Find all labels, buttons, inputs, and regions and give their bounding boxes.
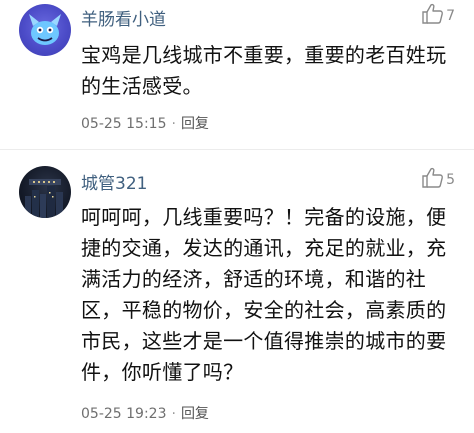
comment-text: 宝鸡是几线城市不重要，重要的老百姓玩的生活感受。 <box>81 43 447 98</box>
separator: · <box>171 406 176 422</box>
like-count: 5 <box>446 172 455 188</box>
monster-avatar-icon <box>29 14 61 45</box>
thumbs-up-icon <box>422 3 444 24</box>
username[interactable]: 羊肠看小道 <box>81 5 166 30</box>
avatar[interactable] <box>19 4 71 56</box>
like-count: 7 <box>446 8 455 24</box>
avatar[interactable] <box>19 166 71 218</box>
timestamp: 05-25 15:15 <box>81 116 167 132</box>
like-button[interactable]: 5 <box>421 167 455 189</box>
username[interactable]: 城管321 <box>81 169 147 194</box>
comment-meta: 05-25 15:15 · 回复 <box>81 113 209 133</box>
city-night-avatar-icon <box>25 179 63 218</box>
separator: · <box>171 116 176 132</box>
like-button[interactable]: 7 <box>421 3 455 25</box>
comment-meta: 05-25 19:23 · 回复 <box>81 403 209 423</box>
reply-button[interactable]: 回复 <box>181 116 209 132</box>
comment-text: 呵呵呵，几线重要吗？！完备的设施，便捷的交通，发达的通讯，充足的就业，充满活力的… <box>81 205 447 384</box>
timestamp: 05-25 19:23 <box>81 406 167 422</box>
comment-item: 羊肠看小道 7 宝鸡是几线城市不重要，重要的老百姓玩的生活感受。 05-25 1… <box>0 0 474 152</box>
reply-button[interactable]: 回复 <box>181 406 209 422</box>
thumbs-up-icon <box>422 167 444 188</box>
comment-item: 城管321 5 呵呵呵，几线重要吗？！完备的设施，便捷的交通，发达的通讯，充足的… <box>0 152 474 433</box>
divider <box>0 149 474 150</box>
